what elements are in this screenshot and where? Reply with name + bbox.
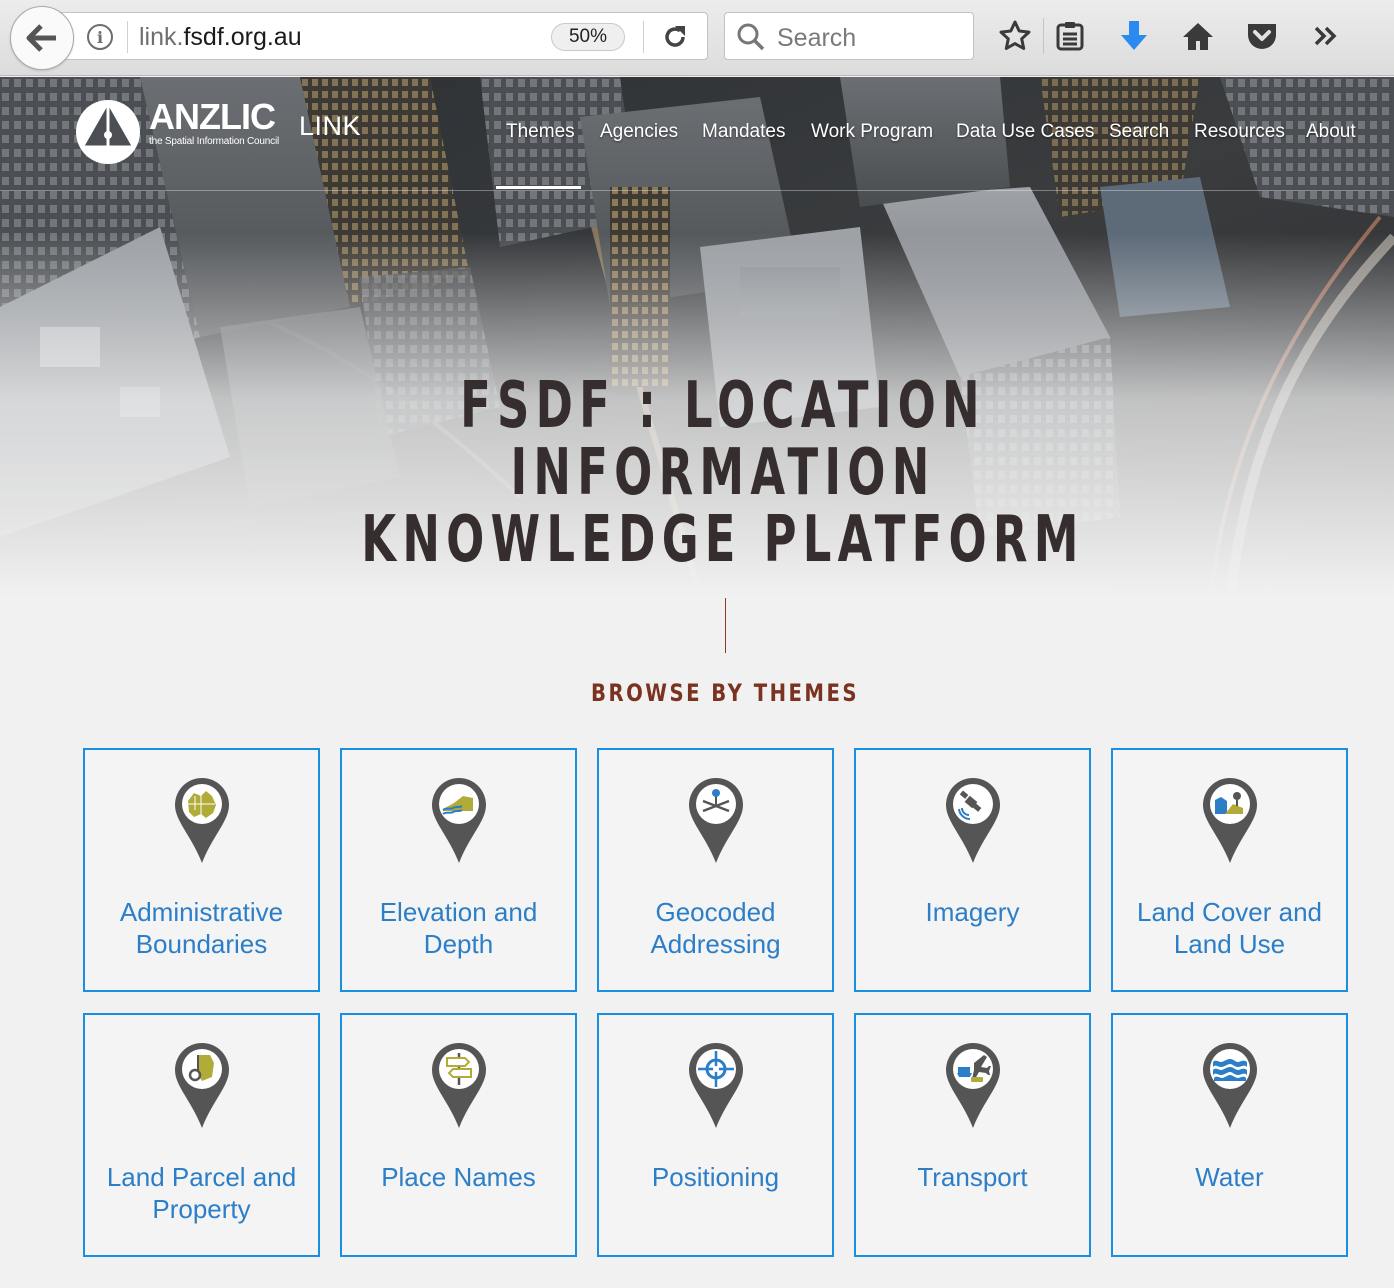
card-label-line: Geocoded [655,897,776,927]
url-text[interactable]: link.fsdf.org.au [139,23,302,52]
card-label-line: Boundaries [135,929,268,959]
crosshair-icon [689,1043,743,1128]
zoom-level-button[interactable]: 50% [551,23,625,51]
home-icon [1183,23,1213,50]
card-label-line: Property [152,1194,251,1224]
pocket-button[interactable] [1240,14,1284,58]
anzlic-logo[interactable]: ANZLIC the Spatial Information Council L… [75,99,361,165]
card-label: Geocoded Addressing [599,896,832,960]
nav-item-mandates[interactable]: Mandates [702,121,785,143]
double-chevron-icon [1314,26,1337,46]
theme-card-geocoded-addressing[interactable]: Geocoded Addressing [597,748,834,992]
url-separator [643,21,644,53]
card-label: Land Cover and Land Use [1113,896,1346,960]
title-line: INFORMATION [510,436,936,510]
card-label-line: Imagery [925,897,1020,927]
reader-list-button[interactable] [1048,14,1092,58]
card-label-line: Water [1195,1162,1264,1192]
card-label: Place Names [342,1161,575,1193]
info-icon[interactable]: i [87,24,113,50]
browse-themes-heading: BROWSE BY THEMES [591,679,859,707]
url-domain: fsdf.org.au [183,23,302,51]
clipboard-list-icon [1056,22,1084,51]
theme-card-place-names[interactable]: Place Names [340,1013,577,1257]
card-label: Positioning [599,1161,832,1193]
nav-item-data-use-cases[interactable]: Data Use Cases [956,121,1094,143]
logo-tagline: the Spatial Information Council [149,136,279,147]
location-marker-icon [689,778,743,863]
search-icon [737,23,765,51]
web-page: ANZLIC the Spatial Information Council L… [0,77,1394,1288]
nav-item-about[interactable]: About [1306,121,1356,143]
downloads-button[interactable] [1112,14,1156,58]
back-arrow-icon [26,24,56,52]
star-icon [999,20,1031,50]
search-placeholder: Search [777,24,857,52]
australia-map-icon [175,778,229,863]
card-label: Land Parcel and Property [85,1161,318,1225]
nav-item-resources[interactable]: Resources [1194,121,1285,143]
page-title: FSDF : LOCATION INFORMATION KNOWLEDGE PL… [159,373,1287,574]
theme-card-water[interactable]: Water [1111,1013,1348,1257]
logo-link-suffix: LINK [299,111,362,141]
card-label-line: Elevation and [379,897,538,927]
card-label-line: Land Cover and [1136,897,1323,927]
terrain-icon [432,778,486,863]
browser-toolbar: i link.fsdf.org.au 50% Search [0,0,1394,76]
logo-name: ANZLIC [149,96,276,137]
card-label-line: Depth [423,929,494,959]
bookmark-button[interactable] [993,14,1037,58]
card-label: Imagery [856,896,1089,928]
theme-card-land-parcel-property[interactable]: Land Parcel and Property [83,1013,320,1257]
back-button[interactable] [10,6,74,70]
land-cover-icon [1203,778,1257,863]
nav-item-search[interactable]: Search [1109,121,1169,143]
signpost-icon [432,1043,486,1128]
url-prefix: link. [139,23,184,51]
card-label-line: Positioning [651,1162,780,1192]
toolbar-separator [1043,18,1044,54]
card-label: Elevation and Depth [342,896,575,960]
download-arrow-icon [1121,21,1147,50]
waves-icon [1203,1043,1257,1128]
transport-icon [946,1043,1000,1128]
url-bar[interactable]: i link.fsdf.org.au 50% [40,12,708,60]
reload-icon [665,26,685,47]
nav-item-themes[interactable]: Themes [506,121,575,143]
card-label-line: Administrative [119,897,284,927]
theme-card-transport[interactable]: Transport [854,1013,1091,1257]
card-label: Water [1113,1161,1346,1193]
vertical-divider [725,598,726,653]
card-label-line: Land Parcel and [106,1162,297,1192]
logo-wordmark: ANZLIC the Spatial Information Council [149,96,279,148]
card-label: Transport [856,1161,1089,1193]
url-separator [127,21,128,53]
title-line: KNOWLEDGE PLATFORM [361,503,1085,577]
overflow-menu-button[interactable] [1304,14,1348,58]
card-label-line: Transport [917,1162,1028,1192]
pocket-icon [1248,24,1276,49]
anzlic-emblem-icon [76,100,140,164]
theme-card-administrative-boundaries[interactable]: Administrative Boundaries [83,748,320,992]
card-label: Administrative Boundaries [85,896,318,960]
home-button[interactable] [1176,14,1220,58]
card-label-line: Addressing [650,929,781,959]
active-nav-indicator [496,186,581,189]
card-label-line: Land Use [1173,929,1286,959]
nav-item-agencies[interactable]: Agencies [600,121,678,143]
satellite-icon [946,778,1000,863]
reload-button[interactable] [655,19,695,55]
theme-card-positioning[interactable]: Positioning [597,1013,834,1257]
hero-section: ANZLIC the Spatial Information Council L… [0,77,1394,597]
theme-card-imagery[interactable]: Imagery [854,748,1091,992]
nav-item-work-program[interactable]: Work Program [811,121,933,143]
card-label-line: Place Names [381,1162,536,1192]
theme-card-elevation-depth[interactable]: Elevation and Depth [340,748,577,992]
title-line: FSDF : LOCATION [460,369,986,443]
theme-card-land-cover-land-use[interactable]: Land Cover and Land Use [1111,748,1348,992]
browser-search-bar[interactable]: Search [724,12,974,60]
site-header: ANZLIC the Spatial Information Council L… [0,77,1394,191]
parcel-icon [175,1043,229,1128]
